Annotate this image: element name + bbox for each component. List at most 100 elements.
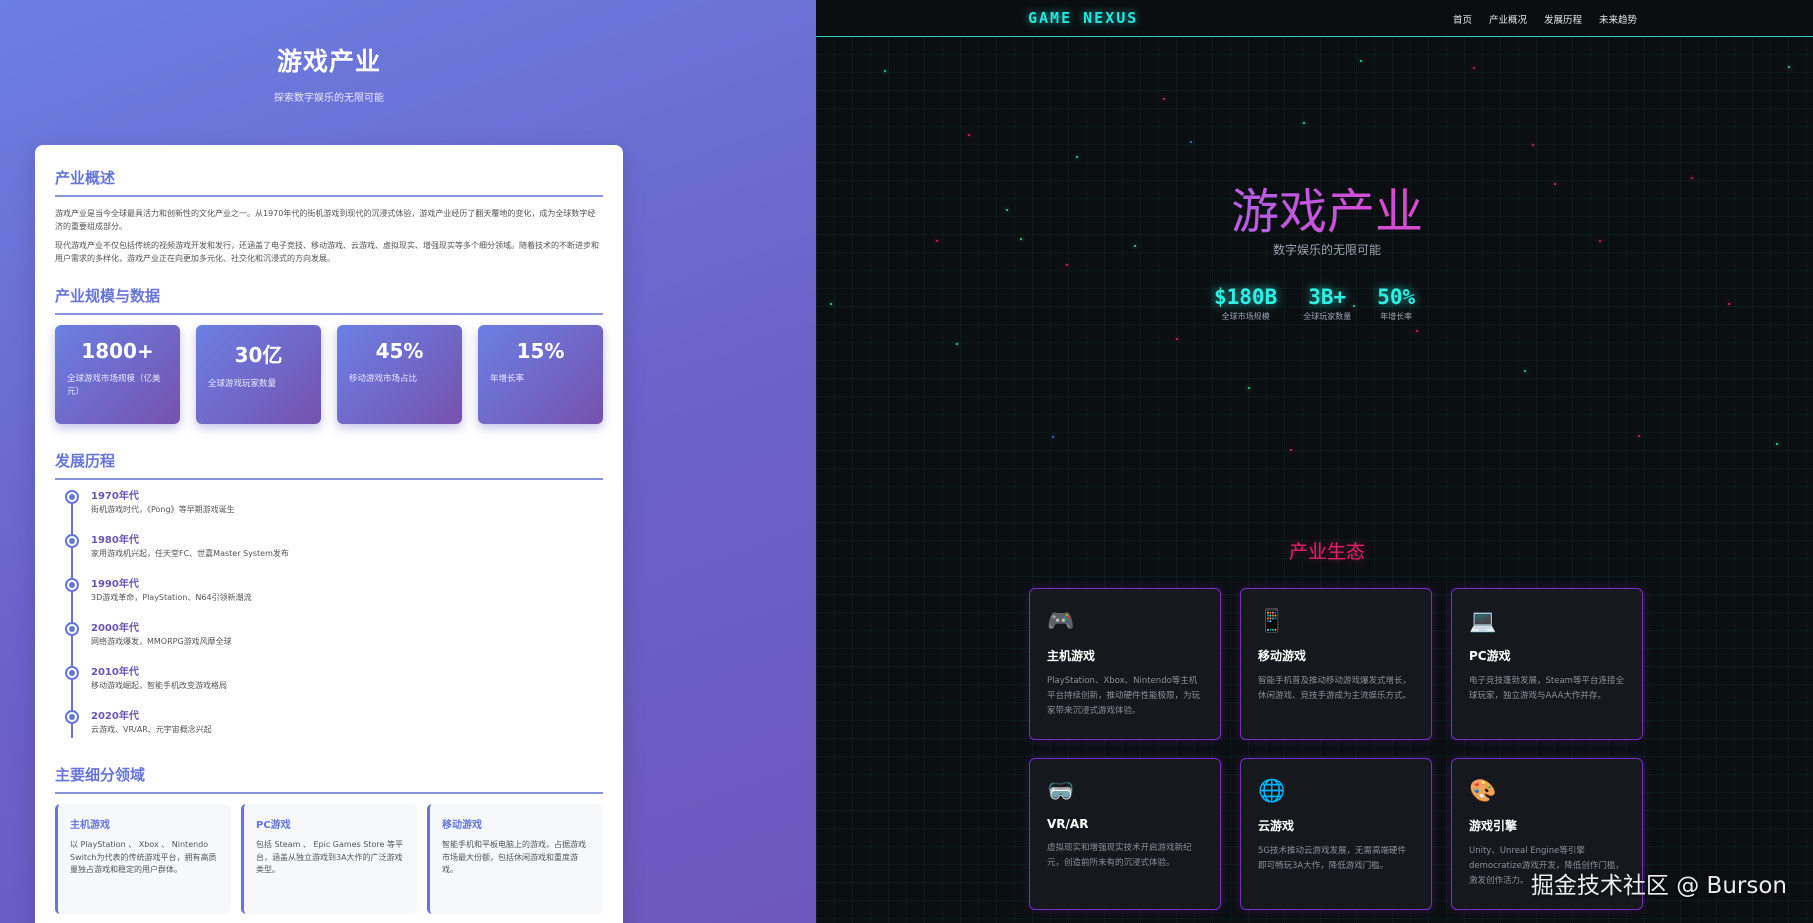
particle-dot (1190, 141, 1192, 143)
timeline: 1970年代 街机游戏时代，《Pong》等早期游戏诞生 1980年代 家用游戏机… (65, 490, 603, 742)
timeline-desc: 街机游戏时代，《Pong》等早期游戏诞生 (91, 505, 235, 514)
hero-title: 游戏产业 (276, 47, 381, 76)
ecosystem-card[interactable]: 🎮 主机游戏 PlayStation、Xbox、Nintendo等主机平台持续创… (1029, 588, 1221, 740)
timeline-year: 1990年代 (91, 579, 139, 590)
stat-number: 45% (375, 339, 424, 363)
section-heading-overview: 产业概述 (55, 167, 603, 197)
stat-label: 全球游戏市场规模（亿美元） (67, 374, 161, 397)
particle-dot (1788, 66, 1790, 68)
nav-item-history[interactable]: 发展历程 (1544, 12, 1582, 26)
timeline-year: 2020年代 (91, 711, 139, 722)
timeline-year: 2010年代 (91, 667, 139, 678)
section-heading-segments: 主要细分领域 (55, 764, 603, 794)
ecosystem-card-desc: 电子竞技蓬勃发展，Steam等平台连接全球玩家，独立游戏与AAA大作并存。 (1469, 676, 1624, 701)
hero-stat: 3B+ 全球玩家数量 (1303, 285, 1351, 322)
ecosystem-card-title: 游戏引擎 (1469, 819, 1518, 833)
logo[interactable]: GAME NEXUS (1028, 9, 1138, 27)
ecosystem-card-title: 主机游戏 (1047, 649, 1096, 663)
timeline-item: 1970年代 街机游戏时代，《Pong》等早期游戏诞生 (65, 490, 603, 534)
ecosystem-card[interactable]: 🥽 VR/AR 虚拟现实和增强现实技术开启游戏新纪元，创造前所未有的沉浸式体验。 (1029, 758, 1221, 910)
particle-dot (1416, 330, 1418, 332)
ecosystem-grid: 🎮 主机游戏 PlayStation、Xbox、Nintendo等主机平台持续创… (1029, 588, 1643, 910)
particle-dot (1473, 67, 1475, 69)
ecosystem-card[interactable]: 📱 移动游戏 智能手机普及推动移动游戏爆发式增长，休闲游戏、竞技手游成为主流娱乐… (1240, 588, 1432, 740)
timeline-year: 2000年代 (91, 623, 139, 634)
timeline-desc: 家用游戏机兴起，任天堂FC、世嘉Master System发布 (91, 549, 289, 558)
segment-title: 移动游戏 (442, 820, 482, 831)
hero-subtitle: 数字娱乐的无限可能 (1272, 243, 1381, 257)
particle-dot (1290, 449, 1292, 451)
timeline-dot-icon (65, 578, 79, 592)
stat-card: 15% 年增长率 (478, 325, 603, 424)
particle-dot (1638, 435, 1640, 437)
timeline-dot-icon (65, 490, 79, 504)
particle-dot (1532, 144, 1534, 146)
hero-stat: $180B 全球市场规模 (1214, 285, 1277, 322)
stat-number: 1800+ (81, 339, 154, 363)
ecosystem-card-title: PC游戏 (1469, 649, 1511, 663)
timeline-desc: 网络游戏爆发，MMORPG游戏风靡全球 (91, 637, 232, 646)
segment-title: PC游戏 (256, 820, 291, 831)
segment-card: 移动游戏 智能手机和平板电脑上的游戏，占据游戏市场最大份额，包括休闲游戏和重度游… (427, 804, 603, 914)
content-card: 产业概述 游戏产业是当今全球最具活力和创新性的文化产业之一。从1970年代的街机… (35, 145, 623, 923)
particle-dot (1066, 264, 1068, 266)
ecosystem-card[interactable]: 💻 PC游戏 电子竞技蓬勃发展，Steam等平台连接全球玩家，独立游戏与AAA大… (1451, 588, 1643, 740)
particle-dot (1052, 436, 1054, 438)
ecosystem-card-title: VR/AR (1047, 817, 1089, 831)
ecosystem-card-desc: PlayStation、Xbox、Nintendo等主机平台持续创新，推动硬件性… (1047, 676, 1201, 716)
laptop-icon: 💻 (1469, 609, 1497, 634)
stat-card: 45% 移动游戏市场占比 (337, 325, 462, 424)
segments-row: 主机游戏 以 PlayStation 、 Xbox 、 Nintendo Swi… (55, 804, 603, 914)
particle-dot (1303, 122, 1305, 124)
watermark-text: 掘金技术社区 @ Burson (1530, 873, 1787, 899)
hero-stat-label: 全球市场规模 (1221, 312, 1270, 321)
segment-card: 主机游戏 以 PlayStation 、 Xbox 、 Nintendo Swi… (55, 804, 231, 914)
ecosystem-card-desc: 智能手机普及推动移动游戏爆发式增长，休闲游戏、竞技手游成为主流娱乐方式。 (1258, 676, 1412, 701)
timeline-item: 2010年代 移动游戏崛起，智能手机改变游戏格局 (65, 666, 603, 710)
particle-dot (1728, 303, 1730, 305)
timeline-desc: 3D游戏革命，PlayStation、N64引领新潮流 (91, 593, 252, 602)
ecosystem-card-title: 云游戏 (1258, 819, 1295, 833)
timeline-desc: 云游戏、VR/AR、元宇宙概念兴起 (91, 725, 212, 734)
ecosystem-card[interactable]: 🌐 云游戏 5G技术推动云游戏发展，无需高端硬件即可畅玩3A大作，降低游戏门槛。 (1240, 758, 1432, 910)
timeline-dot-icon (65, 534, 79, 548)
ecosystem-card-desc: 虚拟现实和增强现实技术开启游戏新纪元，创造前所未有的沉浸式体验。 (1047, 843, 1192, 868)
nav-item-home[interactable]: 首页 (1453, 12, 1472, 26)
segment-desc: 以 PlayStation 、 Xbox 、 Nintendo Switch为代… (70, 840, 217, 874)
timeline-dot-icon (65, 710, 79, 724)
stat-label: 全球游戏玩家数量 (208, 379, 277, 389)
nav-item-overview[interactable]: 产业概况 (1489, 12, 1527, 26)
gamepad-icon: 🎮 (1047, 609, 1075, 634)
hero-subtitle: 探索数字娱乐的无限可能 (274, 93, 384, 104)
left-preview-panel: 游戏产业 探索数字娱乐的无限可能 产业概述 游戏产业是当今全球最具活力和创新性的… (0, 0, 816, 923)
hero-stat-number: 50% (1377, 285, 1416, 309)
nav-menu: 首页 产业概况 发展历程 未来趋势 (1453, 12, 1637, 26)
segment-title: 主机游戏 (70, 820, 110, 831)
hero-stat-number: $180B (1214, 285, 1278, 309)
segment-desc: 智能手机和平板电脑上的游戏，占据游戏市场最大份额，包括休闲游戏和重度游戏。 (442, 840, 586, 874)
timeline-dot-icon (65, 666, 79, 680)
timeline-dot-icon (65, 622, 79, 636)
timeline-item: 1980年代 家用游戏机兴起，任天堂FC、世嘉Master System发布 (65, 534, 603, 578)
nav-item-trends[interactable]: 未来趋势 (1599, 12, 1637, 26)
hero-stat: 50% 年增长率 (1377, 285, 1415, 322)
section-heading-scale: 产业规模与数据 (55, 285, 603, 315)
ecosystem-card-desc: 5G技术推动云游戏发展，无需高端硬件即可畅玩3A大作，降低游戏门槛。 (1258, 846, 1406, 871)
timeline-year: 1970年代 (91, 491, 139, 502)
particle-dot (1248, 387, 1250, 389)
section-heading-history: 发展历程 (55, 450, 603, 480)
right-preview-panel: GAME NEXUS 首页 产业概况 发展历程 未来趋势 游戏产业 数字娱乐的无… (816, 0, 1813, 923)
vr-headset-icon: 🥽 (1047, 779, 1075, 804)
particle-dot (1524, 370, 1526, 372)
particle-dot (1360, 60, 1362, 62)
particle-dot (1776, 443, 1778, 445)
stat-number: 30亿 (234, 343, 283, 367)
hero-stat-number: 3B+ (1308, 285, 1347, 309)
stat-label: 年增长率 (490, 374, 525, 384)
particle-dot (1076, 156, 1078, 158)
timeline-item: 2000年代 网络游戏爆发，MMORPG游戏风靡全球 (65, 622, 603, 666)
top-nav: GAME NEXUS 首页 产业概况 发展历程 未来趋势 (816, 0, 1813, 37)
stat-card: 30亿 全球游戏玩家数量 (196, 325, 321, 424)
mobile-icon: 📱 (1258, 609, 1286, 634)
stat-card: 1800+ 全球游戏市场规模（亿美元） (55, 325, 180, 424)
